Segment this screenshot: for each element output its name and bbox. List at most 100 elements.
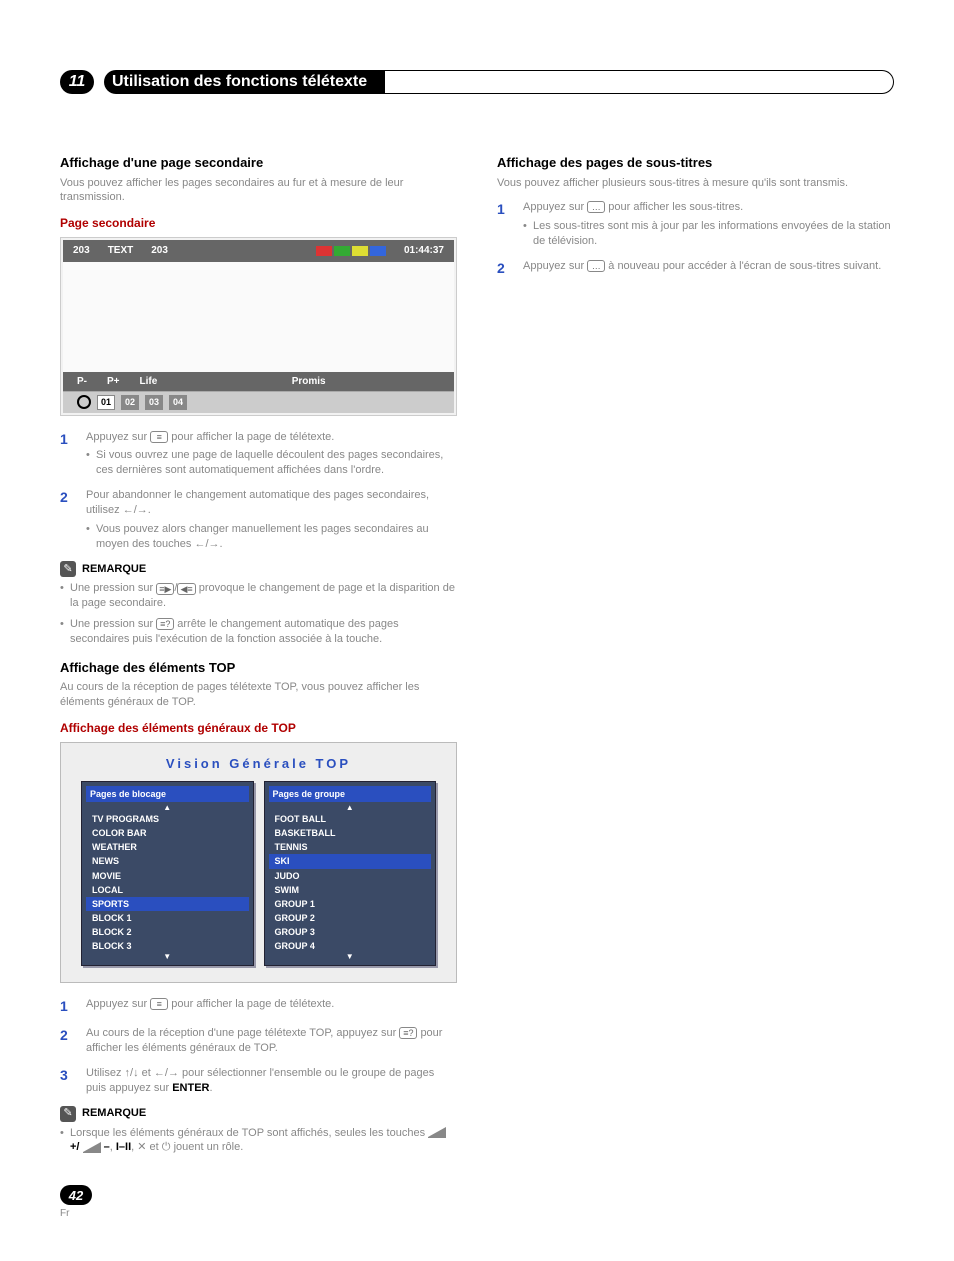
list-item: BLOCK 3 <box>86 939 249 953</box>
top-overview-box: Vision Générale TOP Pages de blocage ▲ T… <box>60 742 457 983</box>
list-item: NEWS <box>86 854 249 868</box>
step-text: pour afficher la page de télétexte. <box>171 998 334 1010</box>
left-arrow-icon: ← <box>123 504 134 516</box>
list-item: FOOT BALL <box>269 812 432 826</box>
subtitle-icon: … <box>587 260 605 272</box>
teletext-page-num: 203 <box>73 244 90 258</box>
step-1: 1 Appuyez sur … pour afficher les sous-t… <box>497 200 894 249</box>
subsection-title-page-secondaire: Page secondaire <box>60 215 457 231</box>
page-footer: 42 Fr <box>60 1185 457 1221</box>
teletext-header: 203 TEXT 203 01:44:37 <box>63 240 454 262</box>
list-item: MOVIE <box>86 869 249 883</box>
audio-mode-label: I–II <box>116 1141 131 1153</box>
list-item-selected: SPORTS <box>86 897 249 911</box>
note-text: Lorsque les éléments généraux de TOP son… <box>70 1127 428 1139</box>
subpage-next-icon: ≡▶ <box>156 583 174 595</box>
step-1: 1 Appuyez sur ≡ pour afficher la page de… <box>60 997 457 1016</box>
step-text: Appuyez sur <box>86 998 150 1010</box>
step-text: Utilisez <box>86 1067 125 1079</box>
step-sub: Si vous ouvrez une page de laquelle déco… <box>86 448 457 478</box>
down-arrow-icon: ▼ <box>86 953 249 961</box>
cycle-icon <box>77 395 91 409</box>
teletext-time: 01:44:37 <box>404 244 444 258</box>
list-item: WEATHER <box>86 840 249 854</box>
blue-key <box>370 246 386 256</box>
note-icon: ✎ <box>60 561 76 577</box>
right-arrow-icon: → <box>209 538 220 550</box>
step-number: 2 <box>60 1026 74 1056</box>
subpage-prev-icon: ◀≡ <box>177 583 195 595</box>
chapter-rule <box>377 70 894 94</box>
subpage-03: 03 <box>145 395 163 409</box>
mute-icon: ✕ <box>137 1141 146 1153</box>
step-number: 2 <box>497 259 511 278</box>
top-overview-title: Vision Générale TOP <box>81 755 436 773</box>
left-arrow-icon: ← <box>194 538 205 550</box>
up-arrow-icon: ▲ <box>86 804 249 812</box>
list-item: GROUP 1 <box>269 897 432 911</box>
teletext-footer-labels: P- P+ Life Promis <box>63 372 454 392</box>
panel-head: Pages de groupe <box>269 786 432 802</box>
chapter-header: 11 Utilisation des fonctions télétexte <box>60 70 894 94</box>
step-number: 1 <box>497 200 511 249</box>
red-key <box>316 246 332 256</box>
step-text: pour sélectionner l'ensemble ou le group… <box>86 1067 434 1094</box>
list-item-selected: SKI <box>269 854 432 868</box>
step-text: à nouveau pour accéder à l'écran de sous… <box>608 260 881 272</box>
step-sub-text: . <box>220 538 223 550</box>
section-intro: Au cours de la réception de pages téléte… <box>60 680 457 710</box>
subpage-02: 02 <box>121 395 139 409</box>
list-item: TENNIS <box>269 840 432 854</box>
list-item: BASKETBALL <box>269 826 432 840</box>
step-number: 1 <box>60 430 74 479</box>
note-item: Une pression sur ≡▶/◀≡ provoque le chang… <box>60 581 457 611</box>
section-title-top: Affichage des éléments TOP <box>60 659 457 677</box>
step-2: 2 Au cours de la réception d'une page té… <box>60 1026 457 1056</box>
chapter-number: 11 <box>60 70 94 94</box>
step-text: Appuyez sur <box>86 431 150 443</box>
note-header: ✎ REMARQUE <box>60 1106 457 1122</box>
steps-subtitles: 1 Appuyez sur … pour afficher les sous-t… <box>497 200 894 277</box>
teletext-icon: ≡ <box>150 998 168 1010</box>
note-label: REMARQUE <box>82 562 146 577</box>
label-promis: Promis <box>292 375 326 389</box>
teletext-mode: TEXT <box>108 244 134 258</box>
power-icon: ⏻ <box>162 1141 171 1153</box>
steps-top: 1 Appuyez sur ≡ pour afficher la page de… <box>60 997 457 1095</box>
step-sub: Les sous-titres sont mis à jour par les … <box>523 219 894 249</box>
step-2: 2 Appuyez sur … à nouveau pour accéder à… <box>497 259 894 278</box>
section-intro: Vous pouvez afficher plusieurs sous-titr… <box>497 176 894 191</box>
step-text: pour afficher la page de télétexte. <box>171 431 334 443</box>
note-item: Lorsque les éléments généraux de TOP son… <box>60 1126 457 1156</box>
step-number: 1 <box>60 997 74 1016</box>
index-icon: ≡? <box>399 1027 417 1039</box>
teletext-body <box>63 262 454 372</box>
list-item: GROUP 3 <box>269 925 432 939</box>
right-arrow-icon: → <box>168 1067 179 1079</box>
note-text: Une pression sur <box>70 582 156 594</box>
step-text: Appuyez sur <box>523 201 587 213</box>
teletext-subpage-bar: 01 02 03 04 <box>63 391 454 412</box>
teletext-color-keys <box>316 246 386 256</box>
teletext-page-num-2: 203 <box>151 244 168 258</box>
down-arrow-icon: ▼ <box>269 953 432 961</box>
step-text: Appuyez sur <box>523 260 587 272</box>
chapter-title: Utilisation des fonctions télétexte <box>104 70 385 94</box>
step-sub-text: Vous pouvez alors changer manuellement l… <box>96 523 429 550</box>
left-arrow-icon: ← <box>154 1067 165 1079</box>
note-label: REMARQUE <box>82 1106 146 1121</box>
subtitle-icon: … <box>587 201 605 213</box>
subsection-title-top-general: Affichage des éléments généraux de TOP <box>60 720 457 736</box>
list-item: SWIM <box>269 883 432 897</box>
step-number: 3 <box>60 1066 74 1096</box>
list-item: LOCAL <box>86 883 249 897</box>
list-item: JUDO <box>269 869 432 883</box>
teletext-icon: ≡ <box>150 431 168 443</box>
list-item: BLOCK 2 <box>86 925 249 939</box>
subpage-04: 04 <box>169 395 187 409</box>
green-key <box>334 246 350 256</box>
step-text: Au cours de la réception d'une page télé… <box>86 1027 399 1039</box>
list-item: BLOCK 1 <box>86 911 249 925</box>
step-text: . <box>148 504 151 516</box>
page-number: 42 <box>60 1185 92 1205</box>
